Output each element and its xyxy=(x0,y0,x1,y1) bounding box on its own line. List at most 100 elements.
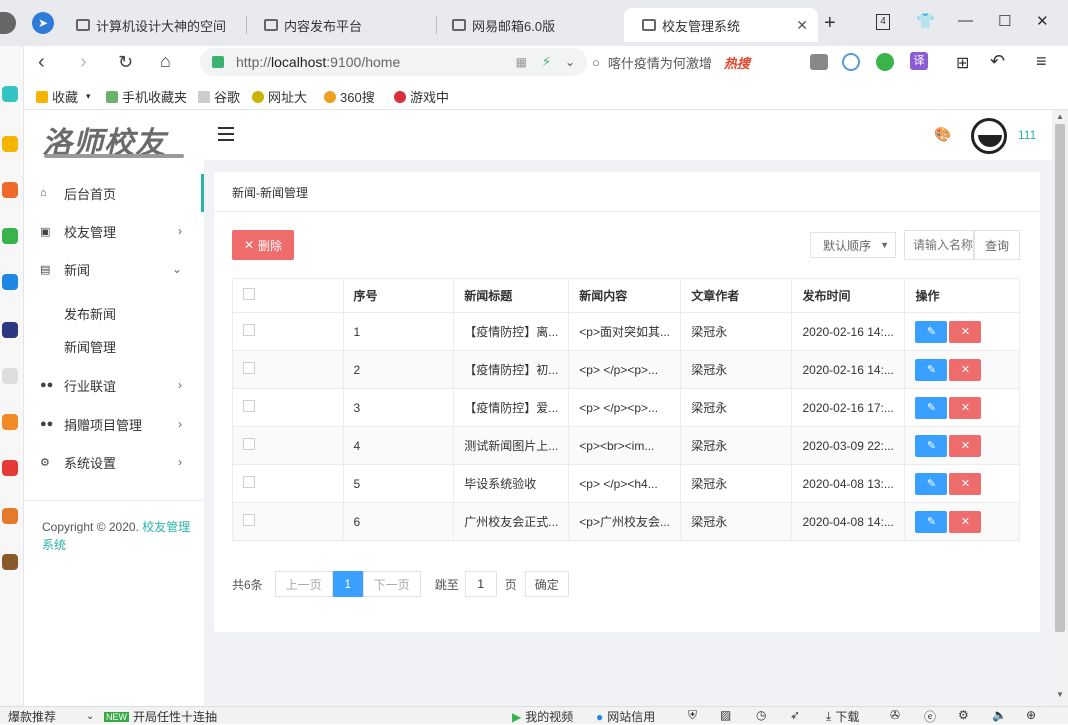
side-app-icon[interactable] xyxy=(2,274,18,290)
name-search-input[interactable] xyxy=(904,230,974,260)
palette-icon[interactable]: 🎨 xyxy=(934,126,951,143)
tab-4-active[interactable]: 校友管理系统 ✕ xyxy=(624,8,818,42)
sidebar-subitem-news-manage[interactable]: 新闻管理 xyxy=(64,337,116,356)
goto-confirm-button[interactable]: 确定 xyxy=(524,571,569,597)
bookmark-item[interactable]: 游戏中 xyxy=(394,87,449,106)
delete-row-icon[interactable]: ✕ xyxy=(949,320,982,343)
tab-1[interactable]: 计算机设计大神的空间 xyxy=(58,8,238,42)
shirt-icon[interactable]: 👕 xyxy=(916,12,935,30)
goto-page-input[interactable]: 1 xyxy=(464,571,497,597)
query-button[interactable]: 查询 xyxy=(974,230,1020,260)
side-app-icon[interactable] xyxy=(2,136,18,152)
edit-icon[interactable]: ✎ xyxy=(915,358,948,381)
row-checkbox[interactable] xyxy=(243,324,255,336)
minimize-button[interactable]: — xyxy=(958,12,973,29)
row-checkbox[interactable] xyxy=(243,476,255,488)
row-checkbox[interactable] xyxy=(243,514,255,526)
select-all-cell[interactable] xyxy=(232,278,344,313)
reader-icon[interactable] xyxy=(810,54,828,70)
side-app-icon[interactable] xyxy=(2,414,18,430)
forward-button[interactable]: › xyxy=(80,51,87,74)
scroll-down-icon[interactable]: ▼ xyxy=(1056,690,1064,699)
maximize-button[interactable]: ☐ xyxy=(998,12,1011,30)
rocket-icon[interactable]: ➶ xyxy=(790,708,800,722)
image-icon[interactable]: ▨ xyxy=(720,708,731,722)
volume-icon[interactable]: 🔈 xyxy=(992,708,1007,722)
side-app-icon[interactable] xyxy=(2,86,18,102)
tab-2[interactable]: 内容发布平台 xyxy=(246,8,436,42)
side-app-icon[interactable] xyxy=(2,228,18,244)
side-app-icon[interactable] xyxy=(2,368,18,384)
tab-close-icon[interactable]: ✕ xyxy=(796,17,808,34)
page-1-button[interactable]: 1 xyxy=(332,571,363,597)
edit-icon[interactable]: ✎ xyxy=(915,320,948,343)
sort-select[interactable]: 默认顺序 ▼ xyxy=(810,232,896,258)
edit-icon[interactable]: ✎ xyxy=(915,510,948,533)
hot-search-label[interactable]: 热搜 xyxy=(724,53,750,72)
sidebar-item-industry[interactable]: ●● 行业联谊 › xyxy=(24,366,204,404)
game-pad-icon[interactable]: ✇ xyxy=(890,708,900,722)
wechat-icon[interactable] xyxy=(876,53,894,71)
row-checkbox[interactable] xyxy=(243,362,255,374)
row-checkbox[interactable] xyxy=(243,400,255,412)
close-window-button[interactable]: ✕ xyxy=(1036,12,1049,30)
sidebar-item-alumni[interactable]: ▣ 校友管理 › xyxy=(24,212,204,250)
flash-icon[interactable]: ⚡ xyxy=(542,54,551,70)
delete-row-icon[interactable]: ✕ xyxy=(949,510,982,533)
avatar[interactable] xyxy=(971,118,1007,154)
new-tab-button[interactable]: + xyxy=(824,12,836,35)
scroll-up-icon[interactable]: ▲ xyxy=(1056,112,1064,121)
edit-icon[interactable]: ✎ xyxy=(915,472,948,495)
delete-row-icon[interactable]: ✕ xyxy=(949,358,982,381)
status-site-trust[interactable]: ● 网站信用 xyxy=(596,708,655,725)
search-input[interactable]: ○ 喀什疫情为何激增 热搜 xyxy=(582,48,782,76)
row-checkbox[interactable] xyxy=(243,438,255,450)
undo-icon[interactable]: ↶ xyxy=(990,51,1005,72)
menu-icon[interactable]: ≡ xyxy=(1036,51,1047,72)
tab-count-badge[interactable]: 4 xyxy=(876,14,890,30)
user-name[interactable]: 111 xyxy=(1018,128,1036,142)
scroll-thumb[interactable] xyxy=(1055,124,1065,632)
status-download[interactable]: ⤓ 下载 xyxy=(826,708,859,725)
translate-icon[interactable]: 译 xyxy=(910,52,928,70)
reload-button[interactable]: ↻ xyxy=(118,52,133,73)
bookmark-item[interactable]: 网址大 xyxy=(252,87,307,106)
bookmark-item[interactable]: 手机收藏夹 xyxy=(106,87,187,106)
edit-icon[interactable]: ✎ xyxy=(915,434,948,457)
menu-toggle-icon[interactable] xyxy=(218,127,234,141)
side-app-icon[interactable] xyxy=(2,508,18,524)
edit-icon[interactable]: ✎ xyxy=(915,396,948,419)
side-app-icon[interactable] xyxy=(2,460,18,476)
shield-icon[interactable]: ⛨ xyxy=(688,708,697,723)
home-button[interactable]: ⌂ xyxy=(160,51,171,72)
bookmark-item[interactable]: 谷歌 xyxy=(198,87,240,106)
next-page-button[interactable]: 下一页 xyxy=(362,571,421,597)
clock-icon[interactable]: ◷ xyxy=(756,708,766,722)
sidebar-item-news[interactable]: ▤ 新闻 ⌄ xyxy=(24,250,204,288)
bookmark-item[interactable]: 收藏 ▾ xyxy=(36,87,91,106)
bookmark-item[interactable]: 360搜 xyxy=(324,87,375,106)
status-news-feed[interactable]: 爆款推荐 ⌄ xyxy=(8,708,94,725)
chevron-down-icon[interactable]: ⌄ xyxy=(565,55,575,69)
delete-row-icon[interactable]: ✕ xyxy=(949,434,982,457)
select-all-checkbox[interactable] xyxy=(243,288,255,300)
sidebar-item-donation[interactable]: ●● 捐赠项目管理 › xyxy=(24,405,204,443)
ie-icon[interactable]: ⓔ xyxy=(924,708,936,725)
delete-row-icon[interactable]: ✕ xyxy=(949,472,982,495)
prev-page-button[interactable]: 上一页 xyxy=(274,571,333,597)
sidebar-item-settings[interactable]: ⚙ 系统设置 › xyxy=(24,443,204,481)
tools-icon[interactable]: ⚙ xyxy=(958,708,969,722)
status-my-video[interactable]: ▶ 我的视频 xyxy=(512,708,573,725)
qr-icon[interactable]: ▦ xyxy=(516,55,527,69)
address-bar[interactable]: http://localhost:9100/home ▦ ⚡ ⌄ xyxy=(200,48,587,76)
site-nav-icon[interactable]: ➤ xyxy=(32,12,54,34)
circle-minus-icon[interactable] xyxy=(842,53,860,71)
status-promo[interactable]: NEW 开局任性十连抽 xyxy=(104,708,217,725)
back-button[interactable]: ‹ xyxy=(38,51,45,74)
side-app-icon[interactable] xyxy=(2,554,18,570)
sidebar-item-home[interactable]: ⌂ 后台首页 xyxy=(24,174,204,212)
side-app-icon[interactable] xyxy=(2,322,18,338)
tab-3[interactable]: 网易邮箱6.0版 xyxy=(434,8,624,42)
delete-row-icon[interactable]: ✕ xyxy=(949,396,982,419)
side-app-icon[interactable] xyxy=(2,182,18,198)
